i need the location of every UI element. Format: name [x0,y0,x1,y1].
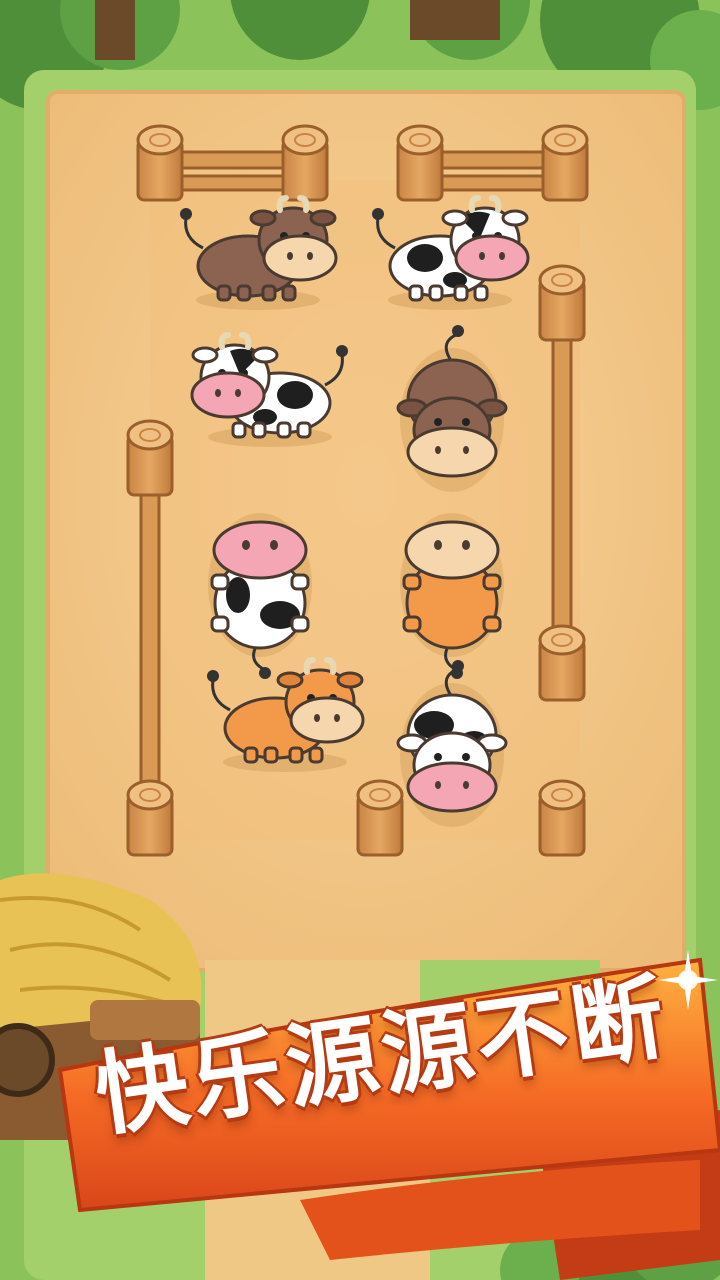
fence-rail [551,298,573,652]
fence-post [396,124,444,202]
fence-post [126,779,174,857]
fence-post [136,124,184,202]
fence-post [356,779,404,857]
fence-post [126,419,174,497]
fence-post [538,779,586,857]
fence-post [538,624,586,702]
fence-post [538,264,586,342]
fence-post [541,124,589,202]
fence-rail [139,448,161,802]
fence-post [281,124,329,202]
